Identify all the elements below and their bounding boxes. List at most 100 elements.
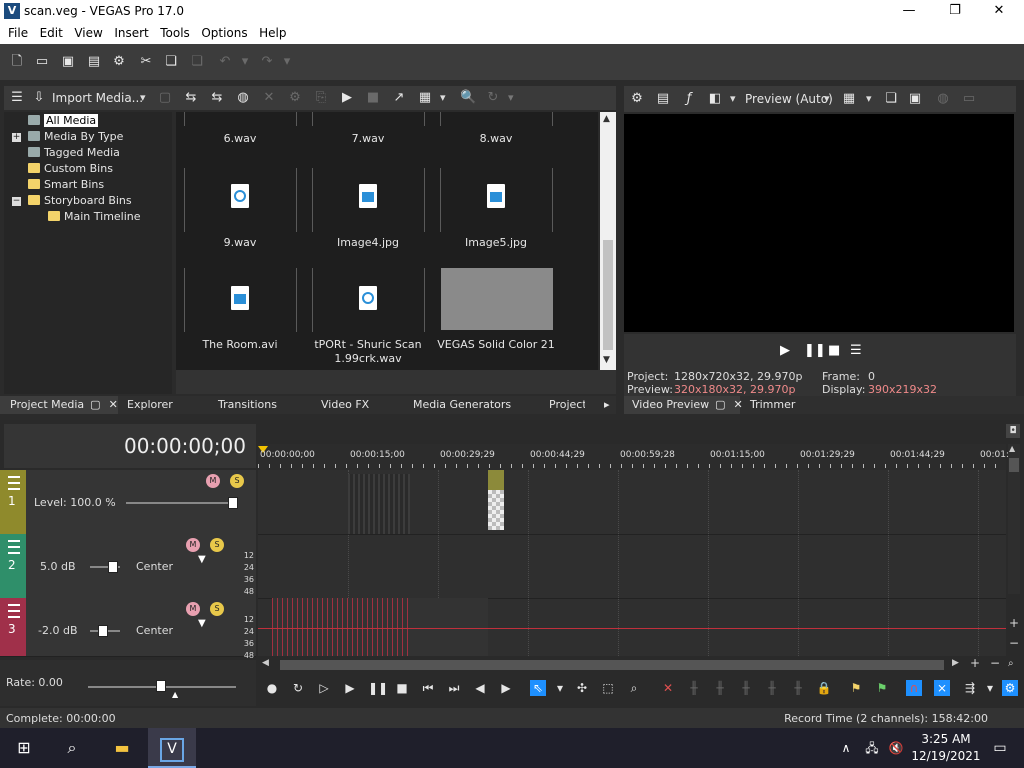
menu-view[interactable]: View: [66, 24, 102, 42]
media-fx-icon[interactable]: ⇆: [210, 91, 224, 105]
tree-item-custom-bins[interactable]: Custom Bins: [28, 161, 113, 177]
capture-icon[interactable]: ▢: [158, 91, 172, 105]
close-tab-icon[interactable]: ✕: [734, 398, 743, 411]
video-preview-screen[interactable]: [624, 114, 1014, 332]
scroll-left-icon[interactable]: ◀: [262, 658, 269, 668]
envelope-tool-icon[interactable]: ✣: [574, 680, 590, 696]
solo-icon[interactable]: S: [210, 602, 224, 616]
track-header-2[interactable]: 2 M S 5.0 dB Center ▼ 12 24 36 48: [0, 534, 256, 599]
volume-muted-icon[interactable]: 🔇: [884, 728, 908, 768]
delete-icon[interactable]: ✕: [660, 680, 676, 696]
track-header-3[interactable]: 3 M S -2.0 dB Center ▼ 12 24 36 48: [0, 598, 256, 660]
solo-icon[interactable]: S: [230, 474, 244, 488]
selection-tool-icon[interactable]: ⬚: [600, 680, 616, 696]
import-media-button[interactable]: Import Media...: [52, 91, 143, 105]
clock-date[interactable]: 12/19/2021: [910, 749, 982, 763]
rate-slider-knob[interactable]: [156, 680, 166, 692]
undo-icon[interactable]: ↶: [218, 55, 232, 69]
normal-edit-tool-icon[interactable]: ⇖: [530, 680, 546, 696]
tab-media-generators[interactable]: Media Generators: [413, 396, 511, 414]
pan-dropdown-icon[interactable]: ▼: [198, 554, 206, 565]
level-slider-knob[interactable]: [228, 497, 238, 509]
previous-frame-icon[interactable]: ◀: [472, 680, 488, 696]
auto-preview-icon[interactable]: ↗: [392, 91, 406, 105]
play-from-start-icon[interactable]: ▷: [316, 680, 332, 696]
track-header-1[interactable]: 1 M S Level: 100.0 %: [0, 470, 256, 535]
tree-item-smart-bins[interactable]: Smart Bins: [28, 177, 104, 193]
vegas-taskbar-icon[interactable]: V: [148, 728, 196, 768]
zoom-edit-tool-icon[interactable]: ⌕: [626, 680, 642, 696]
preview-stop-icon[interactable]: ■: [828, 343, 840, 358]
menu-file[interactable]: File: [0, 24, 28, 42]
properties-icon[interactable]: ⚙: [288, 91, 302, 105]
tree-item-all-media[interactable]: All Media: [28, 113, 99, 129]
views-icon[interactable]: ▦: [418, 91, 432, 105]
zoom-out-icon[interactable]: −: [990, 656, 1000, 670]
go-to-end-icon[interactable]: ⏭: [446, 680, 462, 696]
tab-explorer[interactable]: Explorer: [127, 396, 173, 414]
audio-event-track-3[interactable]: [272, 598, 488, 656]
trim-end-icon[interactable]: ╫: [738, 680, 754, 696]
gear-icon[interactable]: ⚙: [112, 55, 126, 69]
paste-icon[interactable]: ❏: [190, 55, 204, 69]
menu-tools[interactable]: Tools: [152, 24, 190, 42]
search-icon[interactable]: 🔍: [460, 91, 476, 105]
trim-icon[interactable]: ╫: [686, 680, 702, 696]
refresh-dropdown-icon[interactable]: ▾: [508, 91, 514, 104]
expand-icon[interactable]: +: [12, 133, 21, 142]
trim-start-icon[interactable]: ╫: [712, 680, 728, 696]
ripple-dropdown-icon[interactable]: ▾: [982, 680, 998, 696]
new-file-icon[interactable]: 🗋: [10, 55, 24, 69]
stop-icon[interactable]: ■: [394, 680, 410, 696]
insert-region-icon[interactable]: ⚑: [874, 680, 890, 696]
zoom-in-icon[interactable]: +: [970, 656, 980, 670]
preview-pause-icon[interactable]: ❚❚: [804, 343, 826, 358]
import-dropdown-icon[interactable]: ▾: [140, 91, 146, 104]
record-icon[interactable]: ●: [264, 680, 280, 696]
redo-icon[interactable]: ↷: [260, 55, 274, 69]
edit-tool-dropdown-icon[interactable]: ▾: [552, 680, 568, 696]
tree-item-main-timeline[interactable]: Main Timeline: [48, 209, 141, 225]
play-icon[interactable]: ▶: [342, 680, 358, 696]
mute-icon[interactable]: M: [186, 602, 200, 616]
notifications-icon[interactable]: ▭: [976, 728, 1024, 768]
render-icon[interactable]: ▤: [87, 55, 101, 69]
minimize-button[interactable]: —: [886, 0, 932, 24]
split-screen-icon[interactable]: ◧: [708, 92, 722, 106]
zoom-tool-icon[interactable]: ⌕: [1008, 658, 1014, 669]
zoom-out-track-icon[interactable]: −: [1009, 636, 1019, 650]
tree-item-media-by-type[interactable]: Media By Type: [28, 129, 123, 145]
tray-chevron-icon[interactable]: ∧: [836, 728, 856, 768]
scroll-thumb[interactable]: [603, 240, 613, 350]
pan-dropdown-icon[interactable]: ▼: [198, 618, 206, 629]
preview-play-icon[interactable]: ▶: [780, 343, 790, 358]
clock-time[interactable]: 3:25 AM: [916, 732, 976, 746]
mute-icon[interactable]: M: [206, 474, 220, 488]
scroll-down-icon[interactable]: ▼: [603, 355, 610, 365]
external-monitor-icon[interactable]: ▤: [656, 92, 670, 106]
undo-dropdown-icon[interactable]: ▾: [238, 55, 252, 69]
web-icon[interactable]: ◍: [236, 91, 250, 105]
menu-edit[interactable]: Edit: [32, 24, 63, 42]
save-snapshot-icon[interactable]: ▣: [908, 92, 922, 106]
tab-video-preview[interactable]: Video Preview ▢ ✕: [624, 396, 743, 414]
solo-icon[interactable]: S: [210, 538, 224, 552]
track-menu-icon[interactable]: [8, 604, 20, 618]
snapping-icon[interactable]: ∩: [906, 680, 922, 696]
color-picker-icon[interactable]: ◍: [936, 92, 950, 106]
windows-start-icon[interactable]: ⊞: [0, 728, 48, 768]
undock-icon[interactable]: ▢: [715, 398, 725, 411]
refresh-icon[interactable]: ↻: [486, 91, 500, 105]
lock-envelopes-icon[interactable]: ⚙: [1002, 680, 1018, 696]
media-menu-icon[interactable]: ☰: [10, 91, 24, 105]
tab-transitions[interactable]: Transitions: [218, 396, 277, 414]
tab-video-fx[interactable]: Video FX: [321, 396, 369, 414]
open-folder-icon[interactable]: ▭: [35, 55, 49, 69]
scroll-right-icon[interactable]: ▶: [952, 658, 959, 668]
tree-item-storyboard-bins[interactable]: Storyboard Bins: [28, 193, 132, 209]
mute-icon[interactable]: M: [186, 538, 200, 552]
time-ruler[interactable]: 00:00:00;00 00:00:15;00 00:00:29;29 00:0…: [258, 444, 1009, 470]
split-dropdown-icon[interactable]: ▾: [730, 92, 736, 105]
close-tab-icon[interactable]: ✕: [109, 398, 118, 411]
preview-quality-dropdown[interactable]: Preview (Auto): [745, 92, 833, 106]
